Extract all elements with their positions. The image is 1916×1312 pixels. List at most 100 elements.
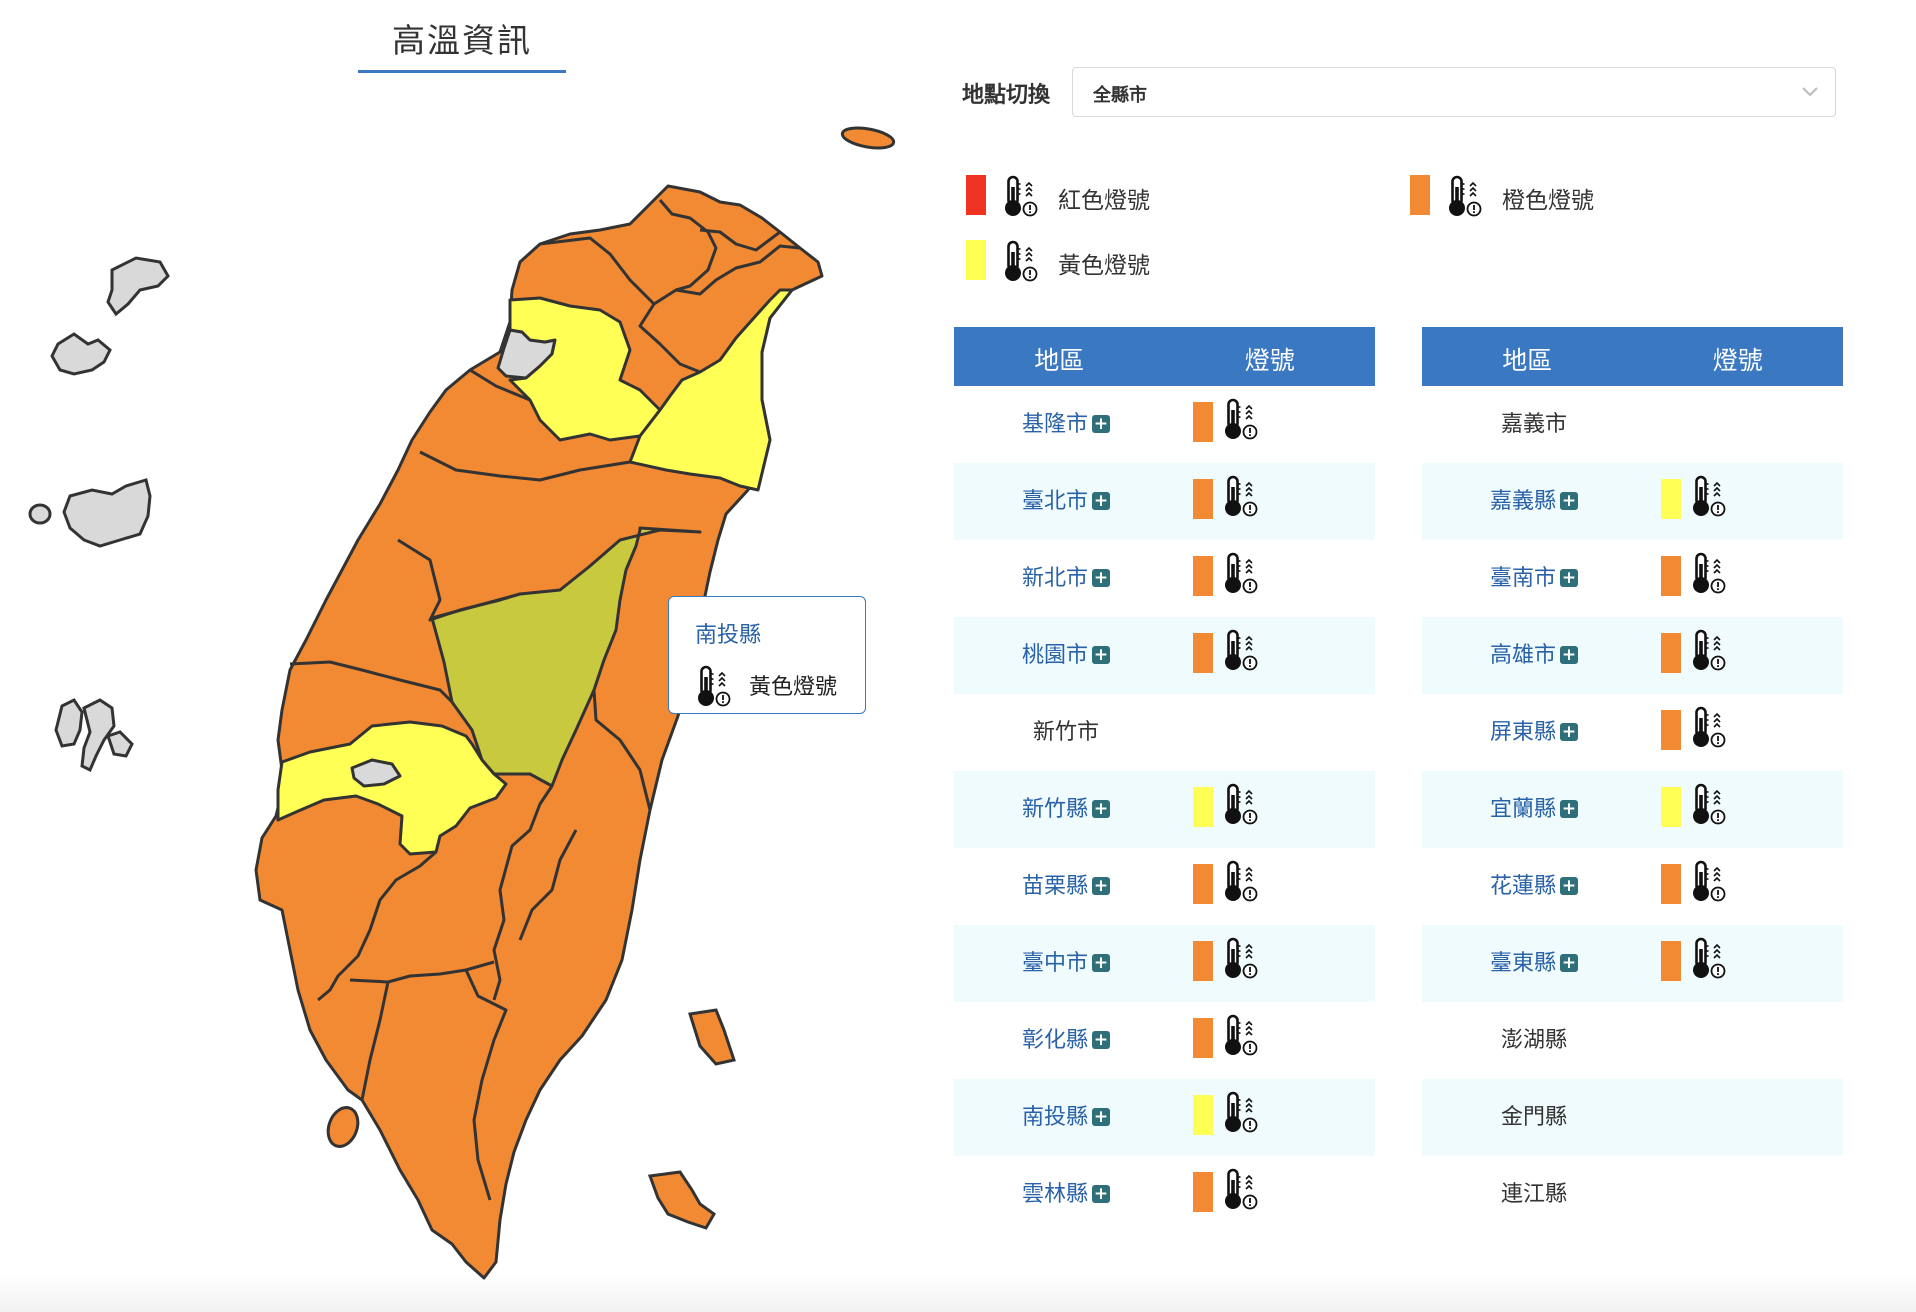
table-row[interactable]: 雲林縣 +	[954, 1156, 1375, 1233]
thermometer-alert-icon	[695, 665, 731, 713]
region-name[interactable]: 新北市 +	[954, 560, 1178, 592]
table-row[interactable]: 新竹縣 +	[954, 771, 1375, 848]
level-swatch	[1193, 864, 1213, 904]
expand-plus-icon[interactable]: +	[1092, 646, 1110, 664]
region-name[interactable]: 臺東縣 +	[1422, 945, 1646, 977]
level-swatch	[1661, 633, 1681, 673]
region-name-text: 桃園市	[1021, 643, 1088, 668]
thermometer-alert-icon	[1222, 398, 1258, 446]
region-name[interactable]: 雲林縣 +	[954, 1176, 1178, 1208]
thermometer-alert-icon	[1222, 1168, 1258, 1216]
expand-plus-icon[interactable]: +	[1092, 415, 1110, 433]
region-name[interactable]: 嘉義縣 +	[1422, 483, 1646, 515]
table-row[interactable]: 嘉義縣 +	[1422, 463, 1843, 540]
expand-plus-icon[interactable]: +	[1560, 723, 1578, 741]
level-swatch	[1193, 556, 1213, 596]
region-tooltip: 南投縣 黃色燈號	[668, 596, 866, 714]
table-row[interactable]: 臺中市 +	[954, 925, 1375, 1002]
legend-label-yellow: 黃色燈號	[1058, 253, 1150, 279]
table-row[interactable]: 基隆市 +	[954, 386, 1375, 463]
expand-plus-icon[interactable]: +	[1092, 800, 1110, 818]
region-name-text: 新竹縣	[1021, 797, 1088, 822]
table-row[interactable]: 臺北市 +	[954, 463, 1375, 540]
map-islet-orchid-island[interactable]	[647, 1170, 716, 1230]
region-table-right: 地區 燈號 嘉義市 嘉義縣 + 臺南市 + 高雄市 + 屏東縣 + 宜蘭縣 + 花蓮縣 + 臺東縣 + 澎湖縣…	[1422, 327, 1843, 1233]
map-islet-penghu-3[interactable]	[106, 730, 134, 758]
region-name[interactable]: 基隆市 +	[954, 406, 1178, 438]
expand-plus-icon[interactable]: +	[1560, 569, 1578, 587]
region-name[interactable]: 高雄市 +	[1422, 637, 1646, 669]
region-name[interactable]: 南投縣 +	[954, 1099, 1178, 1131]
level-swatch	[1193, 479, 1213, 519]
region-name[interactable]: 花蓮縣 +	[1422, 868, 1646, 900]
region-name[interactable]: 新竹縣 +	[954, 791, 1178, 823]
expand-plus-icon[interactable]: +	[1560, 877, 1578, 895]
table-row: 新竹市	[954, 694, 1375, 771]
map-islet-kinmen[interactable]	[62, 478, 152, 548]
table-row[interactable]: 花蓮縣 +	[1422, 848, 1843, 925]
region-name[interactable]: 屏東縣 +	[1422, 714, 1646, 746]
region-name[interactable]: 臺北市 +	[954, 483, 1178, 515]
map-islet-green-island[interactable]	[688, 1008, 736, 1066]
thermometer-alert-icon	[1690, 475, 1726, 523]
expand-plus-icon[interactable]: +	[1092, 569, 1110, 587]
table-row[interactable]: 高雄市 +	[1422, 617, 1843, 694]
region-name[interactable]: 宜蘭縣 +	[1422, 791, 1646, 823]
map-islet-lieyu[interactable]	[28, 503, 52, 525]
page-title: 高溫資訊	[358, 14, 566, 73]
region-name[interactable]: 臺南市 +	[1422, 560, 1646, 592]
region-name: 金門縣	[1422, 1099, 1646, 1131]
map-islet-liuqiu[interactable]	[323, 1103, 363, 1150]
expand-plus-icon[interactable]: +	[1092, 1031, 1110, 1049]
expand-plus-icon[interactable]: +	[1560, 646, 1578, 664]
table-row[interactable]: 苗栗縣 +	[954, 848, 1375, 925]
expand-plus-icon[interactable]: +	[1560, 954, 1578, 972]
expand-plus-icon[interactable]: +	[1092, 877, 1110, 895]
map-islet-matsu-south[interactable]	[50, 332, 112, 376]
legend-swatch-orange	[1410, 175, 1430, 215]
table-row[interactable]: 臺東縣 +	[1422, 925, 1843, 1002]
tooltip-level-label: 黃色燈號	[749, 675, 838, 700]
level-swatch	[1193, 1095, 1213, 1135]
tooltip-region-name: 南投縣	[695, 623, 762, 648]
thermometer-alert-icon	[1222, 783, 1258, 831]
thermometer-alert-icon	[1222, 552, 1258, 600]
region-name-text: 新竹市	[1032, 720, 1099, 745]
level-swatch	[1193, 402, 1213, 442]
region-name[interactable]: 臺中市 +	[954, 945, 1178, 977]
thermometer-alert-icon	[1222, 1014, 1258, 1062]
region-name-text: 金門縣	[1500, 1105, 1567, 1130]
level-swatch	[1193, 941, 1213, 981]
location-label: 地點切換	[962, 83, 1051, 108]
region-name-text: 嘉義市	[1500, 412, 1567, 437]
table-row[interactable]: 屏東縣 +	[1422, 694, 1843, 771]
map-islet-guishan[interactable]	[840, 125, 896, 152]
region-name-text: 彰化縣	[1021, 1028, 1088, 1053]
map-islet-penghu-1[interactable]	[54, 698, 84, 748]
header-level: 燈號	[1244, 346, 1295, 375]
table-row: 澎湖縣	[1422, 1002, 1843, 1079]
region-name[interactable]: 桃園市 +	[954, 637, 1178, 669]
table-row[interactable]: 新北市 +	[954, 540, 1375, 617]
location-select[interactable]: 全縣市	[1072, 67, 1836, 117]
expand-plus-icon[interactable]: +	[1560, 492, 1578, 510]
table-row[interactable]: 彰化縣 +	[954, 1002, 1375, 1079]
region-name[interactable]: 苗栗縣 +	[954, 868, 1178, 900]
level-swatch	[1661, 479, 1681, 519]
table-row[interactable]: 南投縣 +	[954, 1079, 1375, 1156]
map-islet-matsu-north[interactable]	[106, 256, 170, 317]
expand-plus-icon[interactable]: +	[1560, 800, 1578, 818]
thermometer-alert-icon	[1222, 1091, 1258, 1139]
expand-plus-icon[interactable]: +	[1092, 492, 1110, 510]
expand-plus-icon[interactable]: +	[1092, 1185, 1110, 1203]
thermometer-alert-icon	[1690, 706, 1726, 754]
table-row[interactable]: 桃園市 +	[954, 617, 1375, 694]
header-region: 地區	[1034, 346, 1085, 375]
region-name[interactable]: 彰化縣 +	[954, 1022, 1178, 1054]
expand-plus-icon[interactable]: +	[1092, 954, 1110, 972]
table-row[interactable]: 宜蘭縣 +	[1422, 771, 1843, 848]
table-row[interactable]: 臺南市 +	[1422, 540, 1843, 617]
region-name-text: 雲林縣	[1021, 1182, 1088, 1207]
thermometer-alert-icon	[1222, 860, 1258, 908]
expand-plus-icon[interactable]: +	[1092, 1108, 1110, 1126]
